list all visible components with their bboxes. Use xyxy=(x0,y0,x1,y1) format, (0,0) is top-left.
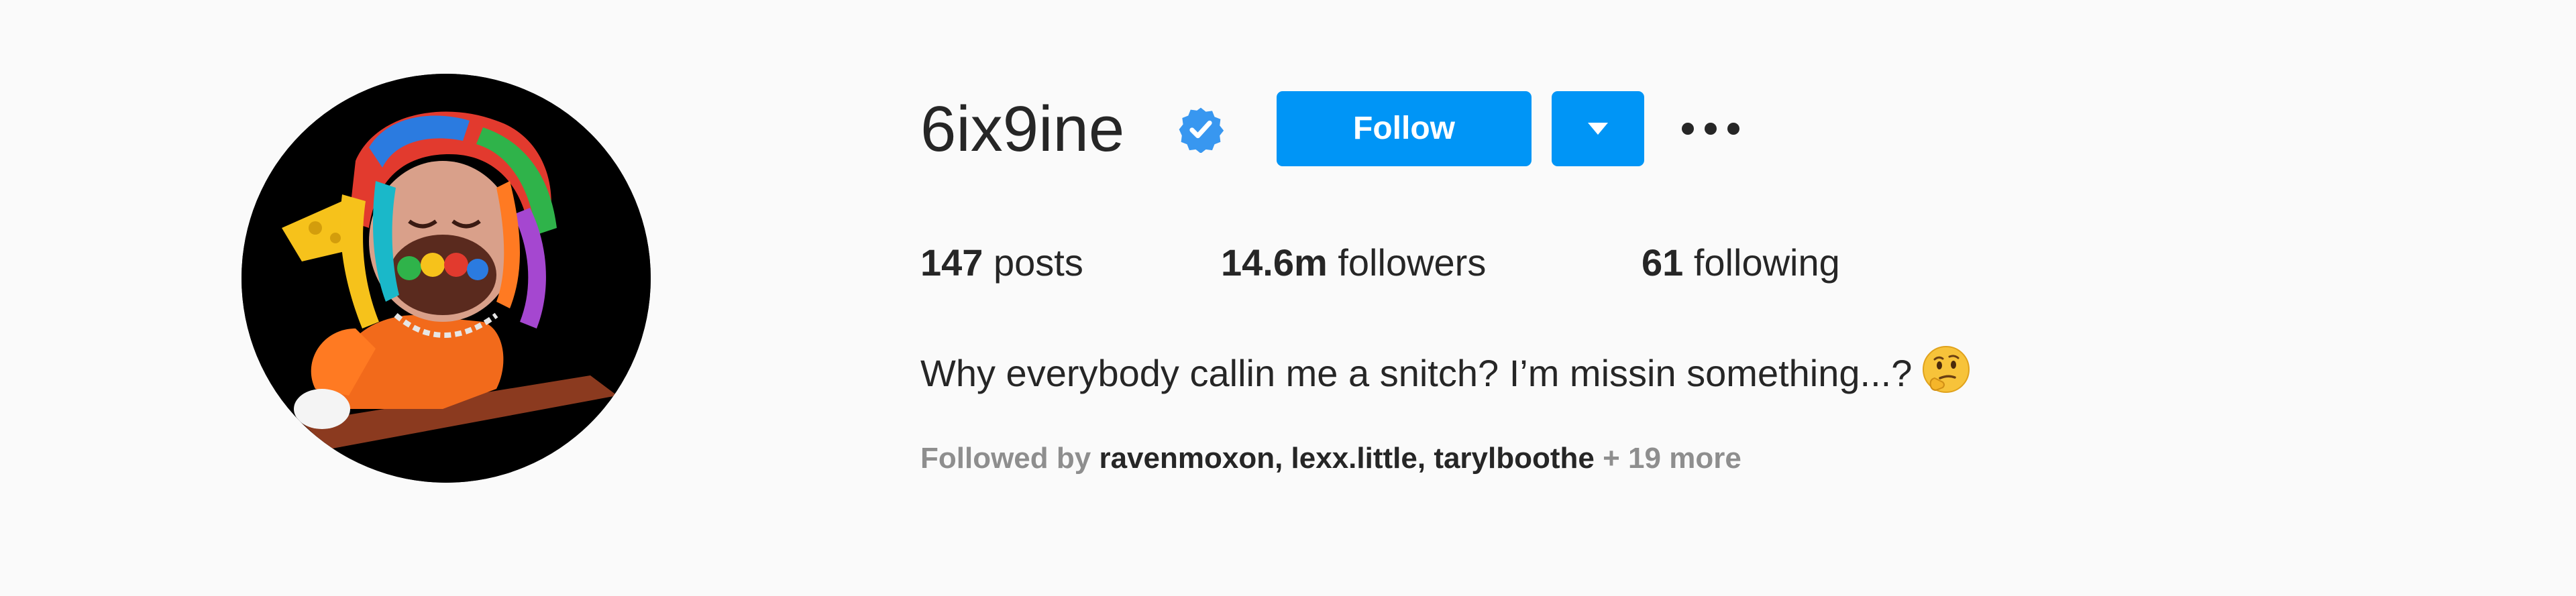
posts-count: 147 xyxy=(920,241,983,284)
more-options-button[interactable] xyxy=(1677,111,1744,146)
followed-by-more[interactable]: + 19 more xyxy=(1595,442,1741,475)
profile-bio: Why everybody callin me a snitch? I’m mi… xyxy=(920,343,1972,400)
caret-down-icon xyxy=(1588,123,1608,135)
bio-text: Why everybody callin me a snitch? I’m mi… xyxy=(920,352,1913,394)
followed-by-separator: , xyxy=(1417,442,1434,475)
more-options-icon xyxy=(1682,123,1739,135)
followers-count: 14.6m xyxy=(1221,241,1328,284)
followed-by-prefix: Followed by xyxy=(920,442,1099,475)
stat-posts: 147 posts xyxy=(920,236,1083,290)
stat-followers[interactable]: 14.6m followers xyxy=(1221,236,1486,290)
verified-badge-icon xyxy=(1177,106,1224,154)
followers-label: followers xyxy=(1327,241,1487,284)
following-count: 61 xyxy=(1642,241,1684,284)
followed-by-user-2[interactable]: lexx.little xyxy=(1291,442,1417,475)
followed-by-separator: , xyxy=(1275,442,1291,475)
followed-by: Followed by ravenmoxon, lexx.little, tar… xyxy=(920,437,1741,480)
followed-by-user-1[interactable]: ravenmoxon xyxy=(1099,442,1275,475)
thinking-face-emoji xyxy=(1920,343,1972,396)
stat-following[interactable]: 61 following xyxy=(1642,236,1840,290)
follow-button[interactable]: Follow xyxy=(1277,91,1532,166)
profile-avatar[interactable] xyxy=(241,74,651,483)
followed-by-user-3[interactable]: tarylboothe xyxy=(1434,442,1595,475)
posts-label: posts xyxy=(983,241,1083,284)
suggested-accounts-dropdown-button[interactable] xyxy=(1552,91,1644,166)
avatar-image xyxy=(241,74,651,483)
following-label: following xyxy=(1683,241,1840,284)
profile-username: 6ix9ine xyxy=(920,93,1125,165)
